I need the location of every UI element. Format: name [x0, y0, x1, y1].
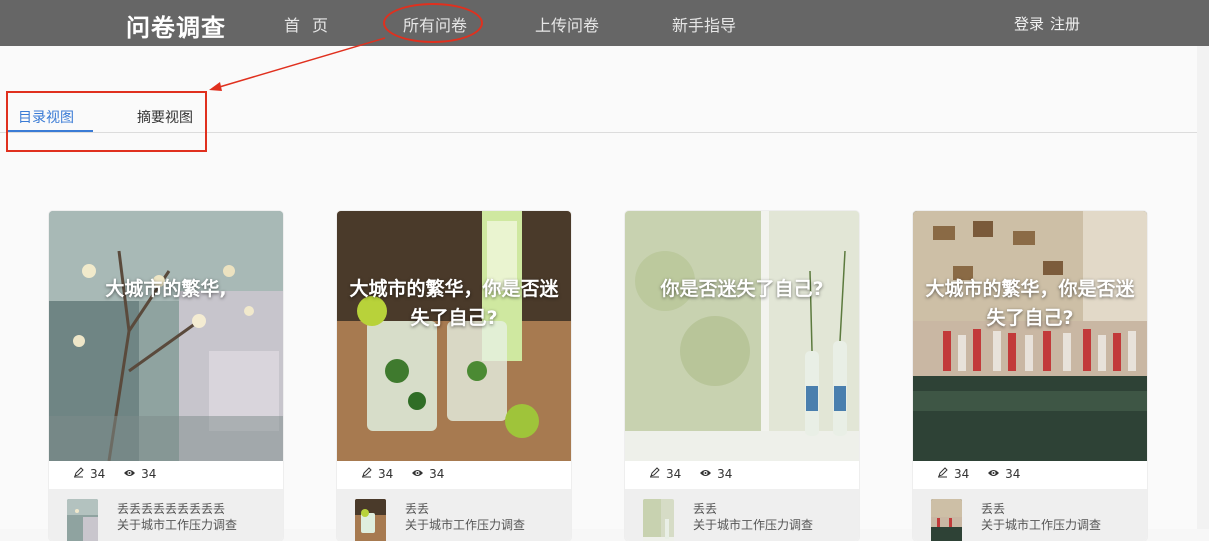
view-count: 34 [1005, 466, 1021, 481]
nav-upload-survey[interactable]: 上传问卷 [535, 12, 599, 36]
login-link[interactable]: 登录 [1014, 15, 1044, 33]
edit-count: 34 [378, 466, 394, 481]
survey-card[interactable]: 大城市的繁华，你是否迷失了自己? 34 34 丢丢 关于城市工作压力调查 [337, 211, 571, 541]
author-name[interactable]: 丢丢丢丢丢丢丢丢丢 [117, 500, 225, 517]
author-avatar[interactable] [643, 499, 674, 541]
author-name[interactable]: 丢丢 [693, 500, 717, 517]
pencil-icon [937, 466, 949, 481]
scrollbar-track[interactable] [1197, 46, 1209, 529]
card-footer: 丢丢 关于城市工作压力调查 [625, 489, 859, 541]
survey-card[interactable]: 你是否迷失了自己? 34 34 丢丢 关于城市工作压力调查 [625, 211, 859, 541]
pencil-icon [649, 466, 661, 481]
nav-beginner-guide[interactable]: 新手指导 [672, 12, 736, 36]
author-name[interactable]: 丢丢 [405, 500, 429, 517]
eye-icon [123, 467, 136, 481]
card-image[interactable]: 大城市的繁华, [49, 211, 283, 461]
annotation-ellipse [383, 3, 483, 43]
nav-home[interactable]: 首页 [284, 12, 340, 36]
pencil-icon [73, 466, 85, 481]
survey-subtitle: 关于城市工作压力调查 [405, 518, 526, 532]
card-footer: 丢丢 关于城市工作压力调查 [913, 489, 1147, 541]
auth-links: 登录 注册 [1014, 13, 1086, 34]
card-footer: 丢丢 关于城市工作压力调查 [337, 489, 571, 541]
eye-icon [987, 467, 1000, 481]
edit-count: 34 [90, 466, 106, 481]
card-stats: 34 34 [73, 466, 170, 481]
survey-subtitle: 关于城市工作压力调查 [981, 518, 1102, 532]
survey-card[interactable]: 大城市的繁华，你是否迷失了自己? 34 34 丢丢 关于城市工作压力调查 [913, 211, 1147, 541]
annotation-rectangle [6, 91, 207, 152]
edit-count: 34 [954, 466, 970, 481]
card-stats: 34 34 [649, 466, 746, 481]
pencil-icon [361, 466, 373, 481]
card-title: 你是否迷失了自己? [660, 278, 824, 300]
card-image[interactable]: 大城市的繁华，你是否迷失了自己? [913, 211, 1147, 461]
card-title: 大城市的繁华, [105, 278, 227, 300]
card-footer: 丢丢丢丢丢丢丢丢丢 关于城市工作压力调查 [49, 489, 283, 541]
author-avatar[interactable] [931, 499, 962, 541]
card-title: 大城市的繁华，你是否迷失了自己? [349, 278, 559, 329]
author-avatar[interactable] [67, 499, 98, 541]
card-stats: 34 34 [937, 466, 1034, 481]
register-link[interactable]: 注册 [1050, 15, 1080, 33]
view-count: 34 [429, 466, 445, 481]
view-count: 34 [717, 466, 733, 481]
edit-count: 34 [666, 466, 682, 481]
brand-logo[interactable]: 问卷调查 [126, 8, 226, 43]
survey-subtitle: 关于城市工作压力调查 [117, 518, 238, 532]
view-count: 34 [141, 466, 157, 481]
eye-icon [699, 467, 712, 481]
top-navbar: 问卷调查 首页 所有问卷 上传问卷 新手指导 登录 注册 [0, 0, 1209, 46]
survey-subtitle: 关于城市工作压力调查 [693, 518, 814, 532]
card-title: 大城市的繁华，你是否迷失了自己? [925, 278, 1135, 329]
author-avatar[interactable] [355, 499, 386, 541]
eye-icon [411, 467, 424, 481]
card-image[interactable]: 大城市的繁华，你是否迷失了自己? [337, 211, 571, 461]
card-image[interactable]: 你是否迷失了自己? [625, 211, 859, 461]
author-name[interactable]: 丢丢 [981, 500, 1005, 517]
card-stats: 34 34 [361, 466, 458, 481]
survey-card[interactable]: 大城市的繁华, 34 34 丢丢丢丢丢丢丢丢丢 关于城市工作压力调查 [49, 211, 283, 541]
